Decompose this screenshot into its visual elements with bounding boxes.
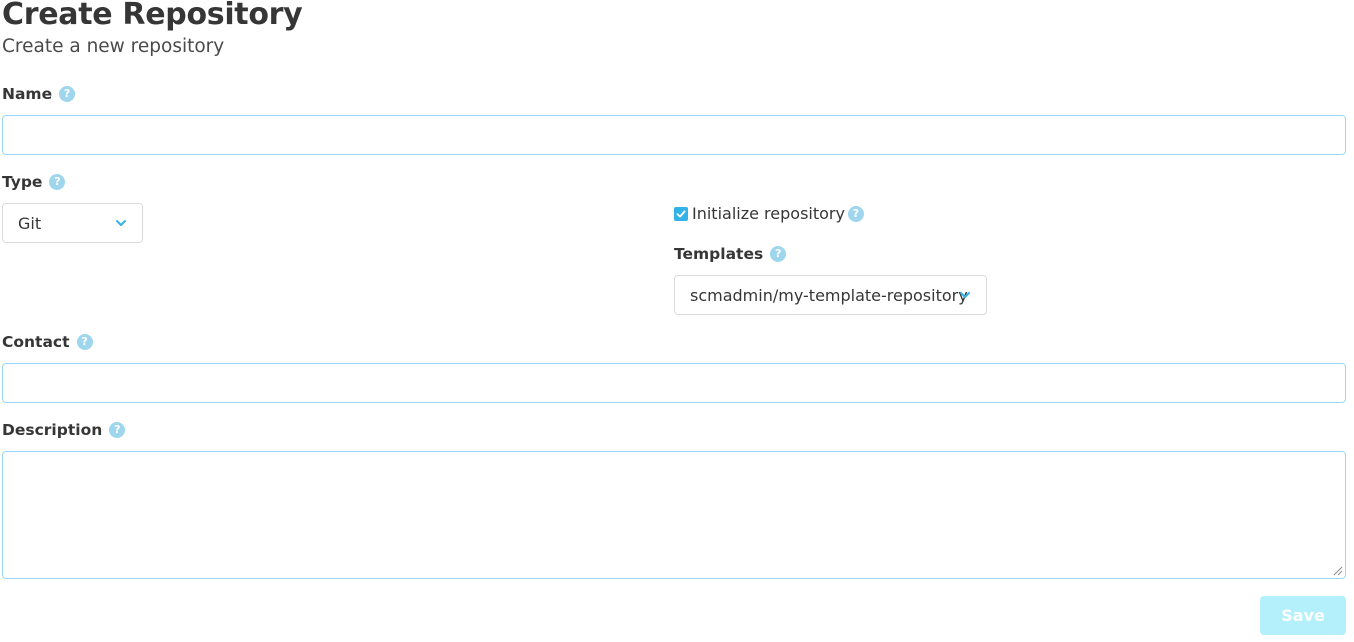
contact-label: Contact <box>2 333 70 351</box>
templates-label: Templates <box>674 245 764 263</box>
templates-help-icon[interactable]: ? <box>770 246 787 262</box>
resize-handle-icon[interactable] <box>1331 564 1343 576</box>
description-label-row: Description ? <box>2 421 126 439</box>
type-select[interactable]: Git <box>2 203 143 243</box>
name-label-row: Name ? <box>2 85 76 103</box>
checkmark-icon <box>676 210 686 217</box>
type-label-row: Type ? <box>2 173 66 191</box>
name-input[interactable] <box>2 115 1346 155</box>
page-title: Create Repository <box>2 0 303 32</box>
page-subtitle: Create a new repository <box>2 36 225 57</box>
description-label: Description <box>2 421 103 439</box>
initialize-repository-row: Initialize repository ? <box>674 204 864 223</box>
save-button[interactable]: Save <box>1260 596 1346 635</box>
initialize-repository-checkbox[interactable] <box>674 206 688 221</box>
templates-select[interactable]: scmadmin/my-template-repository <box>674 275 987 315</box>
contact-help-icon[interactable]: ? <box>76 334 93 350</box>
chevron-down-icon <box>116 220 126 226</box>
type-help-icon[interactable]: ? <box>49 174 66 190</box>
chevron-down-icon <box>960 292 970 298</box>
templates-select-value: scmadmin/my-template-repository <box>690 285 968 305</box>
name-label: Name <box>2 85 53 103</box>
initialize-help-icon[interactable]: ? <box>847 205 864 222</box>
description-help-icon[interactable]: ? <box>109 422 126 438</box>
name-help-icon[interactable]: ? <box>59 86 76 102</box>
type-select-value: Git <box>18 213 42 233</box>
contact-label-row: Contact ? <box>2 333 93 351</box>
templates-label-row: Templates ? <box>674 245 787 263</box>
initialize-repository-label[interactable]: Initialize repository <box>692 204 845 223</box>
description-textarea[interactable] <box>2 451 1346 579</box>
contact-input[interactable] <box>2 363 1346 403</box>
type-label: Type <box>2 173 43 191</box>
